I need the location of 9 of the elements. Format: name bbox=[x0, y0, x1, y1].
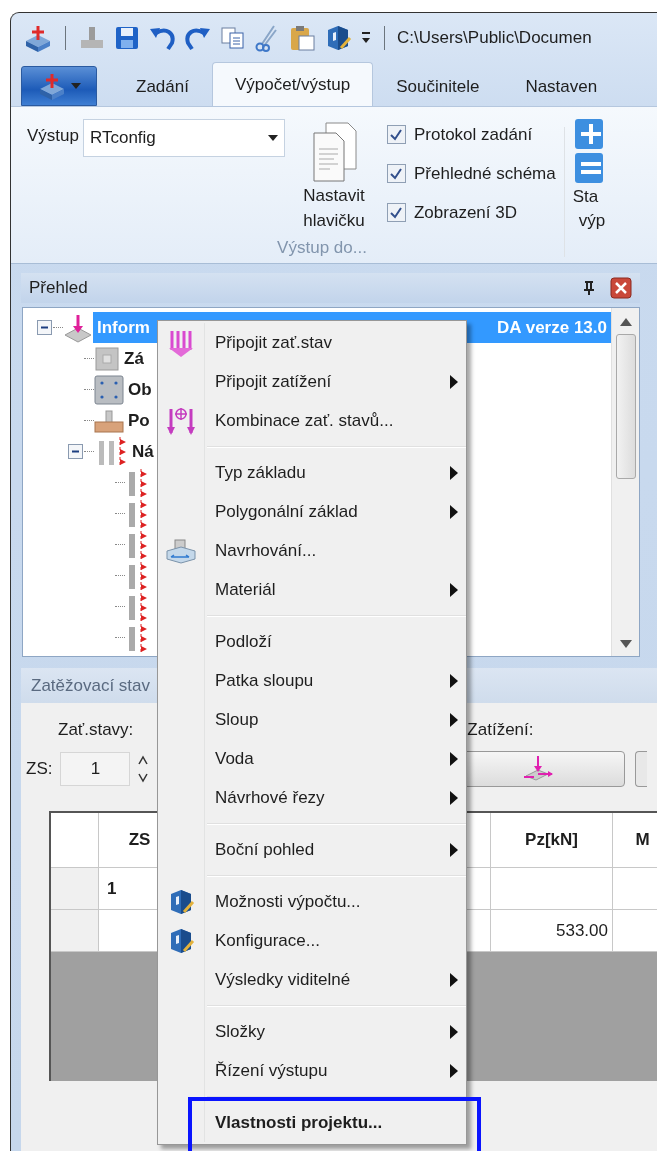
table-cell: 533.00 bbox=[491, 910, 613, 952]
field-label: ZS: bbox=[26, 758, 53, 781]
output-label: Výstup bbox=[27, 125, 79, 147]
panel-title: Zatěžovací stav bbox=[31, 674, 151, 697]
panel-title: Přehled bbox=[29, 277, 89, 300]
section-label: Zať.stavy: bbox=[58, 719, 134, 741]
section-label: Zatížení: bbox=[467, 719, 534, 741]
group-label: Výstup do... bbox=[276, 237, 368, 259]
window-title: C:\Users\Public\Documen bbox=[397, 26, 592, 49]
